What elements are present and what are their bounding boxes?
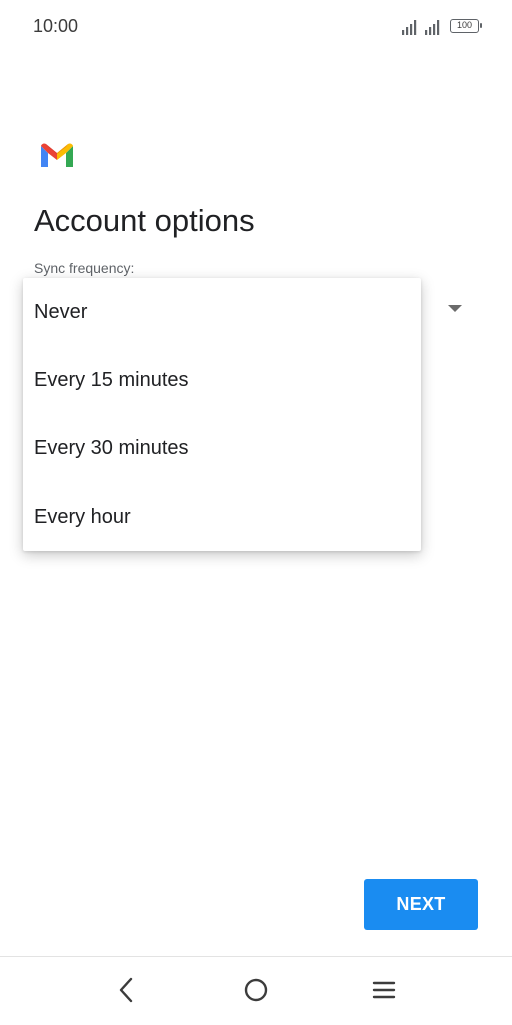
back-icon[interactable]: [112, 975, 142, 1005]
option-never[interactable]: Never: [23, 278, 421, 346]
option-every-30-minutes[interactable]: Every 30 minutes: [23, 414, 421, 482]
option-every-hour[interactable]: Every hour: [23, 483, 421, 551]
battery-icon: 100: [450, 19, 482, 33]
gmail-logo-icon: [41, 143, 73, 167]
menu-icon[interactable]: [369, 975, 399, 1005]
sync-frequency-label: Sync frequency:: [34, 260, 135, 276]
status-time: 10:00: [33, 16, 79, 36]
home-icon[interactable]: [241, 975, 271, 1005]
navigation-bar: [0, 956, 512, 1025]
chevron-down-icon[interactable]: [448, 305, 462, 312]
signal-icon: [402, 20, 417, 35]
page-title: Account options: [34, 203, 255, 238]
sync-frequency-dropdown: Never Every 15 minutes Every 30 minutes …: [23, 278, 421, 551]
status-bar: 10:00 100: [0, 0, 512, 52]
next-button[interactable]: NEXT: [364, 879, 478, 930]
option-every-15-minutes[interactable]: Every 15 minutes: [23, 346, 421, 414]
battery-level: 100: [456, 20, 473, 30]
signal-icon: [425, 20, 440, 35]
